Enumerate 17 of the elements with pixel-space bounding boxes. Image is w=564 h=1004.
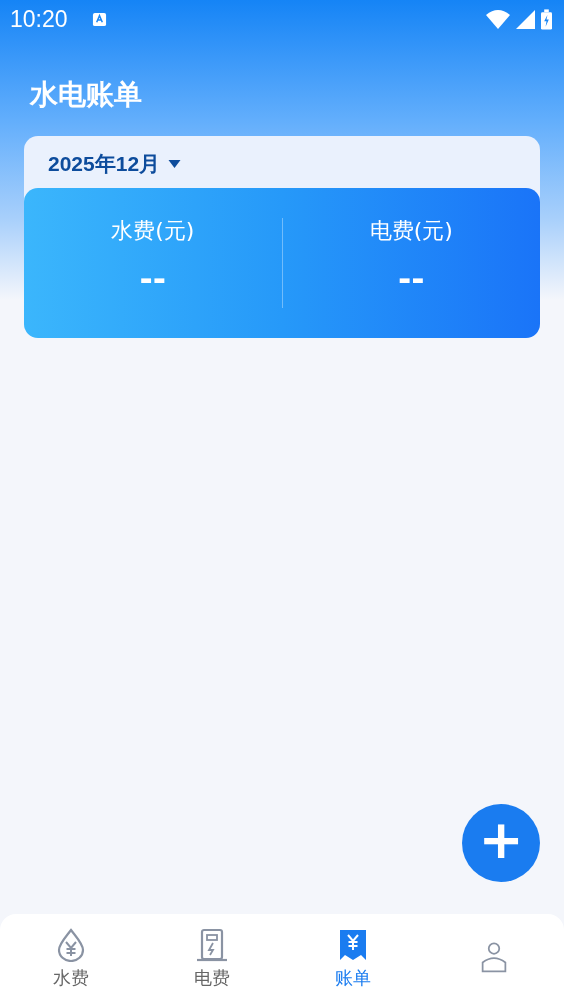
battery-icon: [541, 8, 552, 30]
page-title: 水电账单: [30, 77, 143, 113]
fee-value: --: [397, 260, 425, 298]
status-time: 10:20: [10, 5, 68, 33]
tab[interactable]: 电费: [141, 914, 282, 1004]
fee-label: 电费(元): [369, 217, 453, 245]
tab[interactable]: 水费: [0, 914, 141, 1004]
month-picker[interactable]: 2025年12月: [24, 136, 206, 188]
add-button[interactable]: +: [462, 804, 540, 882]
caret-icon: [168, 160, 182, 168]
signal-icon: [516, 9, 535, 29]
tab[interactable]: 账单: [282, 914, 423, 1004]
wifi-icon: [486, 9, 510, 29]
keyboard-notification-icon: [91, 11, 107, 27]
charging-station-icon: [195, 928, 228, 962]
fee-value: --: [139, 260, 167, 298]
fee-label: 水费(元): [111, 217, 195, 245]
